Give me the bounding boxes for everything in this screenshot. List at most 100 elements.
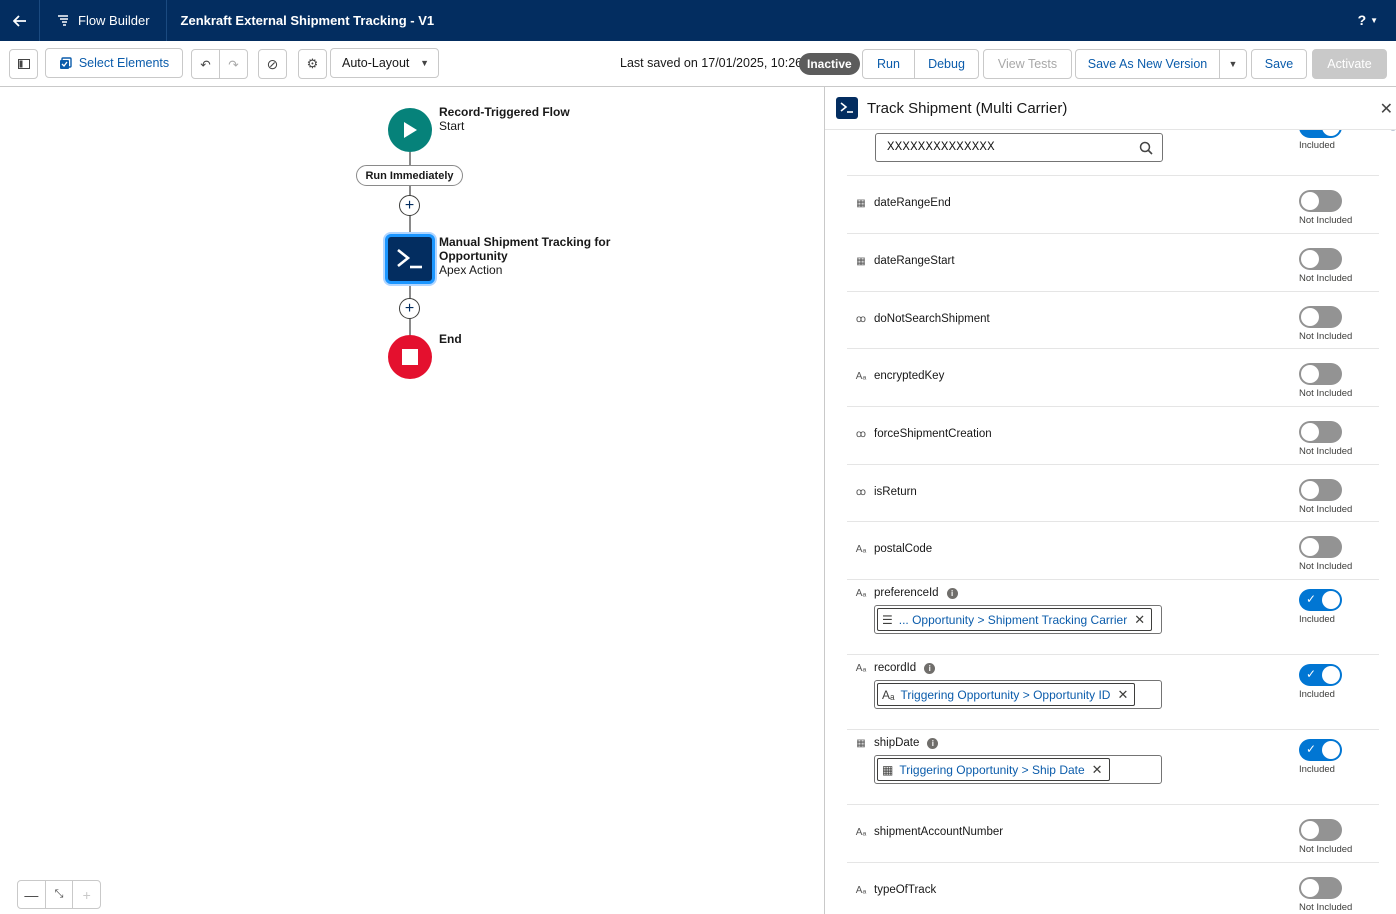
apex-icon (836, 97, 858, 119)
properties-panel: Track Shipment (Multi Carrier) ✕ ✓ Inclu… (824, 87, 1396, 914)
apex-action-node[interactable] (385, 234, 435, 284)
toggle-status: Not Included (1299, 504, 1353, 515)
include-toggle[interactable] (1299, 248, 1342, 270)
text-icon: Aₐ (855, 371, 867, 382)
activate-button[interactable]: Activate (1312, 49, 1387, 79)
start-node[interactable] (388, 108, 432, 152)
end-node-label: End (439, 332, 462, 346)
arrow-left-icon (12, 14, 26, 27)
collapse-icon: ⤡ (54, 888, 64, 900)
run-immediately-path[interactable]: Run Immediately (356, 165, 463, 186)
select-elements-label: Select Elements (78, 56, 170, 70)
resource-pill[interactable]: ▦ Triggering Opportunity > Ship Date ✕ (877, 758, 1110, 781)
param-name: dateRangeStart (874, 255, 955, 267)
select-icon (59, 56, 72, 69)
save-options-button[interactable]: ▼ (1219, 49, 1247, 79)
fit-view-button[interactable]: ⤡ (46, 881, 74, 908)
resource-pill[interactable]: Aₐ Triggering Opportunity > Opportunity I… (877, 683, 1136, 706)
close-panel-button[interactable]: ✕ (1380, 99, 1393, 119)
include-toggle[interactable] (1299, 306, 1342, 328)
include-toggle[interactable] (1299, 819, 1342, 841)
zoom-out-button[interactable]: — (18, 881, 46, 908)
include-toggle[interactable] (1299, 190, 1342, 212)
remove-icon[interactable]: ✕ (1134, 612, 1145, 628)
last-saved-text: Last saved on 17/01/2025, 10:26 (620, 56, 803, 70)
include-toggle[interactable] (1299, 479, 1342, 501)
apex-icon (397, 248, 422, 269)
boolean-icon: ꝏ (855, 487, 867, 498)
calendar-icon: ▦ (856, 738, 866, 749)
param-row-doNotSearchShipment: ꝏ doNotSearchShipment Not Included (847, 292, 1379, 349)
errors-button[interactable]: ⊘ (258, 49, 287, 79)
select-elements-button[interactable]: Select Elements (45, 48, 183, 78)
toggle-status: Not Included (1299, 273, 1353, 284)
calendar-icon: ▦ (856, 256, 866, 267)
save-button[interactable]: Save (1251, 49, 1307, 79)
run-button[interactable]: Run (862, 49, 915, 79)
undo-icon: ↶ (200, 57, 211, 72)
search-icon (1139, 141, 1153, 155)
param-label: doNotSearchShipment (874, 313, 990, 325)
debug-button[interactable]: Debug (914, 49, 979, 79)
include-toggle[interactable] (1299, 536, 1342, 558)
check-icon: ✓ (1306, 667, 1317, 681)
remove-icon[interactable]: ✕ (1092, 762, 1103, 778)
flow-title: Zenkraft External Shipment Tracking - V1 (180, 13, 435, 28)
start-node-subtitle: Start (439, 119, 465, 133)
include-toggle[interactable]: ✓ (1299, 589, 1342, 611)
apex-action-title-line2: Opportunity (439, 249, 508, 263)
include-toggle[interactable]: ✓ (1299, 664, 1342, 686)
text-icon: Aₐ (855, 885, 867, 896)
zoom-controls: — ⤡ + (17, 880, 101, 909)
value-input[interactable]: XXXXXXXXXXXXXX (875, 133, 1163, 162)
include-toggle[interactable]: ✓ (1299, 739, 1342, 761)
text-icon: Aₐ (855, 827, 867, 838)
calendar-icon: ▦ (856, 198, 866, 209)
layout-mode-select[interactable]: Auto-Layout ▼ (330, 48, 439, 78)
boolean-icon: ꝏ (855, 429, 867, 440)
resource-input[interactable]: ▦ Triggering Opportunity > Ship Date ✕ (874, 755, 1162, 784)
save-as-new-version-button[interactable]: Save As New Version (1075, 49, 1220, 79)
toggle-status: Included (1299, 764, 1335, 775)
include-toggle[interactable] (1299, 877, 1342, 899)
panel-title: Track Shipment (Multi Carrier) (867, 99, 1068, 117)
apex-action-subtitle: Apex Action (439, 263, 503, 277)
back-button[interactable] (0, 0, 40, 41)
info-icon[interactable]: i (927, 738, 939, 749)
resource-input[interactable]: ☰ ... Opportunity > Shipment Tracking Car… (874, 605, 1162, 634)
app-header: Flow Builder Zenkraft External Shipment … (0, 0, 1396, 41)
resource-value: Triggering Opportunity > Opportunity ID (900, 687, 1111, 702)
add-element-button[interactable]: + (399, 195, 420, 216)
info-icon[interactable]: i (946, 588, 958, 599)
info-icon[interactable]: i (924, 663, 936, 674)
include-toggle[interactable] (1299, 363, 1342, 385)
toggle-toolbox-button[interactable] (9, 49, 38, 79)
toggle-status: Not Included (1299, 844, 1353, 855)
add-element-button[interactable]: + (399, 298, 420, 319)
include-toggle[interactable] (1299, 421, 1342, 443)
param-name: encryptedKey (874, 370, 945, 382)
param-name: forceShipmentCreation (874, 428, 992, 440)
help-menu-button[interactable]: ? ▼ (1358, 12, 1378, 28)
resource-pill[interactable]: ☰ ... Opportunity > Shipment Tracking Car… (877, 608, 1153, 631)
text-icon: Aₐ (855, 663, 867, 674)
flow-canvas[interactable]: Record-Triggered Flow Start Run Immediat… (0, 87, 824, 914)
undo-button[interactable]: ↶ (191, 49, 220, 79)
zoom-in-button[interactable]: + (73, 881, 100, 908)
toggle-status: Not Included (1299, 331, 1353, 342)
stop-icon (402, 349, 418, 365)
view-tests-button[interactable]: View Tests (983, 49, 1072, 79)
settings-button[interactable]: ⚙ (298, 49, 327, 79)
redo-button[interactable]: ↷ (219, 49, 248, 79)
resource-input[interactable]: Aₐ Triggering Opportunity > Opportunity I… (874, 680, 1162, 709)
boolean-icon: ꝏ (855, 314, 867, 325)
param-row-recordId: Aₐ recordId i Aₐ Triggering Opportunity > Op… (847, 655, 1379, 730)
end-node[interactable] (388, 335, 432, 379)
picklist-icon: ☰ (882, 612, 893, 627)
help-label: ? (1357, 12, 1367, 28)
param-row-typeOfTrack: Aₐ typeOfTrack Not Included (847, 863, 1379, 914)
remove-icon[interactable]: ✕ (1117, 687, 1128, 703)
chevron-down-icon: ▼ (420, 58, 429, 68)
toggle-status: Not Included (1299, 446, 1353, 457)
param-name: doNotSearchShipment (874, 313, 990, 325)
